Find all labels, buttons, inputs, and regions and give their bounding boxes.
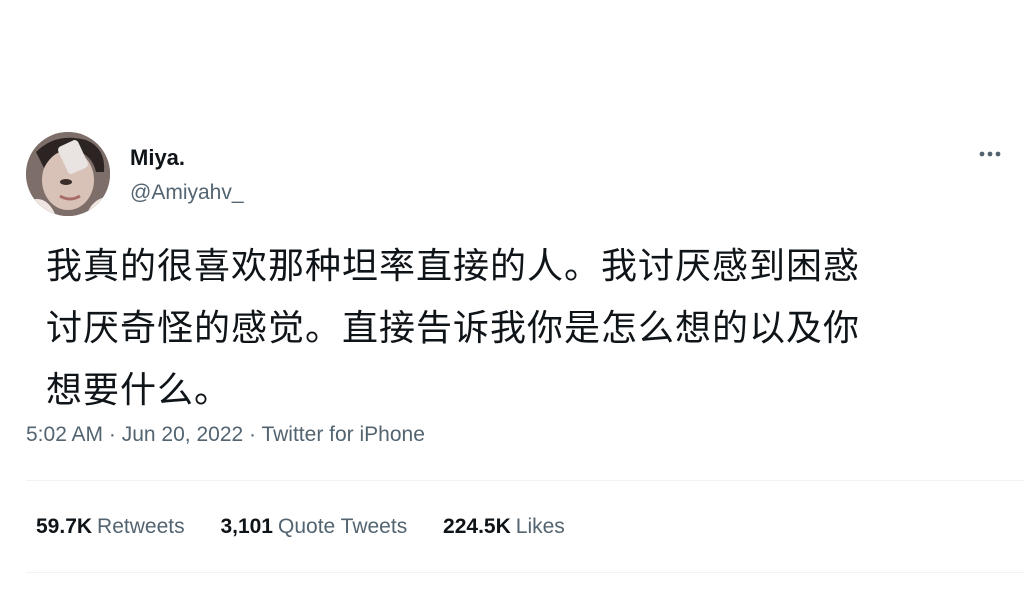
quote-tweets-count: 3,101 bbox=[220, 515, 273, 538]
meta-separator: · bbox=[108, 423, 122, 446]
more-horizontal-icon bbox=[979, 151, 1001, 157]
profile-photo bbox=[26, 132, 110, 216]
avatar[interactable] bbox=[26, 132, 110, 216]
more-options-button[interactable] bbox=[970, 138, 1010, 168]
divider bbox=[26, 572, 1024, 573]
tweet-metadata: 5:02 AM · Jun 20, 2022 · Twitter for iPh… bbox=[26, 422, 425, 448]
tweet-source[interactable]: Twitter for iPhone bbox=[261, 423, 424, 446]
retweets-label: Retweets bbox=[97, 515, 185, 538]
tweet-text-line: 想要什么。 bbox=[46, 370, 232, 411]
tweet-time[interactable]: 5:02 AM bbox=[26, 423, 103, 446]
tweet-card: Miya. @Amiyahv_ 我真的很喜欢那种坦率直接的人。我讨厌感到困惑 讨… bbox=[0, 0, 1024, 615]
quote-tweets-label: Quote Tweets bbox=[278, 515, 408, 538]
user-handle[interactable]: @Amiyahv_ bbox=[130, 180, 244, 206]
meta-separator: · bbox=[249, 423, 262, 446]
retweets-stat[interactable]: 59.7K Retweets bbox=[36, 514, 185, 540]
likes-label: Likes bbox=[515, 515, 565, 538]
tweet-text: 我真的很喜欢那种坦率直接的人。我讨厌感到困惑 讨厌奇怪的感觉。直接告诉我你是怎么… bbox=[46, 236, 976, 422]
tweet-text-line: 讨厌奇怪的感觉。直接告诉我你是怎么想的以及你 bbox=[46, 308, 861, 349]
tweet-text-line: 我真的很喜欢那种坦率直接的人。我讨厌感到困惑 bbox=[46, 246, 861, 287]
tweet-stats: 59.7K Retweets 3,101 Quote Tweets 224.5K Li… bbox=[36, 514, 595, 540]
quote-tweets-stat[interactable]: 3,101 Quote Tweets bbox=[220, 514, 407, 540]
likes-stat[interactable]: 224.5K Likes bbox=[443, 514, 565, 540]
tweet-date[interactable]: Jun 20, 2022 bbox=[122, 423, 243, 446]
display-name[interactable]: Miya. bbox=[130, 145, 185, 171]
retweets-count: 59.7K bbox=[36, 515, 93, 538]
likes-count: 224.5K bbox=[443, 515, 511, 538]
divider bbox=[26, 480, 1024, 481]
